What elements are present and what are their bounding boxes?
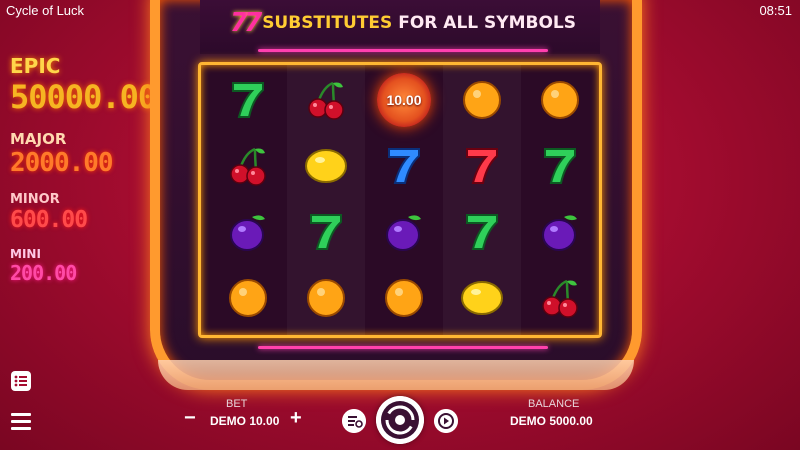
wild-seven-logo: 77 (230, 8, 262, 38)
seven-green-symbol (443, 199, 521, 265)
reel-column (287, 65, 365, 335)
lemon-icon (305, 149, 347, 183)
prize-coin-value: 10.00 (377, 73, 431, 127)
cherry-symbol (287, 67, 365, 133)
orange-icon (463, 81, 501, 119)
cherry-icon (542, 279, 578, 318)
plum-symbol (209, 199, 287, 265)
reel-column (521, 65, 599, 335)
seven-red-icon (466, 148, 498, 184)
decrease-bet-button[interactable]: − (184, 408, 202, 428)
balance-label: BALANCE (528, 398, 580, 410)
lemon-icon (461, 281, 503, 315)
seven-green-symbol (209, 67, 287, 133)
orange-symbol (365, 265, 443, 331)
plum-symbol (365, 199, 443, 265)
cherry-icon (308, 81, 344, 120)
settings-icon[interactable] (342, 409, 366, 433)
seven-blue-icon (388, 148, 420, 184)
seven-green-icon (310, 214, 342, 250)
orange-icon (307, 279, 345, 317)
seven-green-icon (232, 82, 264, 118)
wild-info-banner: 77 SUBSTITUTES FOR ALL SYMBOLS (230, 8, 576, 38)
autoplay-icon[interactable] (434, 409, 458, 433)
cherry-symbol (209, 133, 287, 199)
plum-icon (386, 215, 421, 251)
plum-icon (542, 215, 577, 251)
cherry-icon (230, 147, 266, 186)
reel-column: 10.00 (365, 65, 443, 335)
balance-value: DEMO 5000.00 (510, 414, 593, 428)
orange-symbol (209, 265, 287, 331)
seven-green-symbol (287, 199, 365, 265)
orange-icon (385, 279, 423, 317)
seven-green-icon (544, 148, 576, 184)
spin-button[interactable] (376, 396, 424, 444)
plum-symbol (521, 199, 599, 265)
control-bar: BET − DEMO 10.00 + BALANCE DEMO 5000.00 (180, 392, 620, 450)
seven-red-symbol (443, 133, 521, 199)
increase-bet-button[interactable]: + (290, 408, 308, 428)
banner-highlight: SUBSTITUTES (262, 13, 393, 33)
reel-grid: 10.00 (198, 62, 602, 338)
cabinet-base (158, 360, 634, 390)
bet-label: BET (226, 398, 248, 410)
orange-symbol (521, 67, 599, 133)
reel-column (443, 65, 521, 335)
plum-icon (230, 215, 265, 251)
menu-icon[interactable] (10, 410, 32, 432)
prize-coin-symbol: 10.00 (365, 67, 443, 133)
cherry-symbol (521, 265, 599, 331)
app-title: Cycle of Luck (6, 3, 85, 18)
neon-divider-top (258, 49, 548, 52)
orange-icon (229, 279, 267, 317)
paytable-icon[interactable] (10, 370, 32, 392)
banner-text: FOR ALL SYMBOLS (398, 13, 576, 33)
status-clock: 08:51 (759, 3, 792, 18)
seven-green-symbol (521, 133, 599, 199)
seven-green-icon (466, 214, 498, 250)
bet-value: DEMO 10.00 (210, 414, 280, 428)
neon-divider-bottom (258, 346, 548, 349)
lemon-symbol (287, 133, 365, 199)
reel-column (209, 65, 287, 335)
orange-symbol (443, 67, 521, 133)
lemon-symbol (443, 265, 521, 331)
orange-symbol (287, 265, 365, 331)
orange-icon (541, 81, 579, 119)
seven-blue-symbol (365, 133, 443, 199)
